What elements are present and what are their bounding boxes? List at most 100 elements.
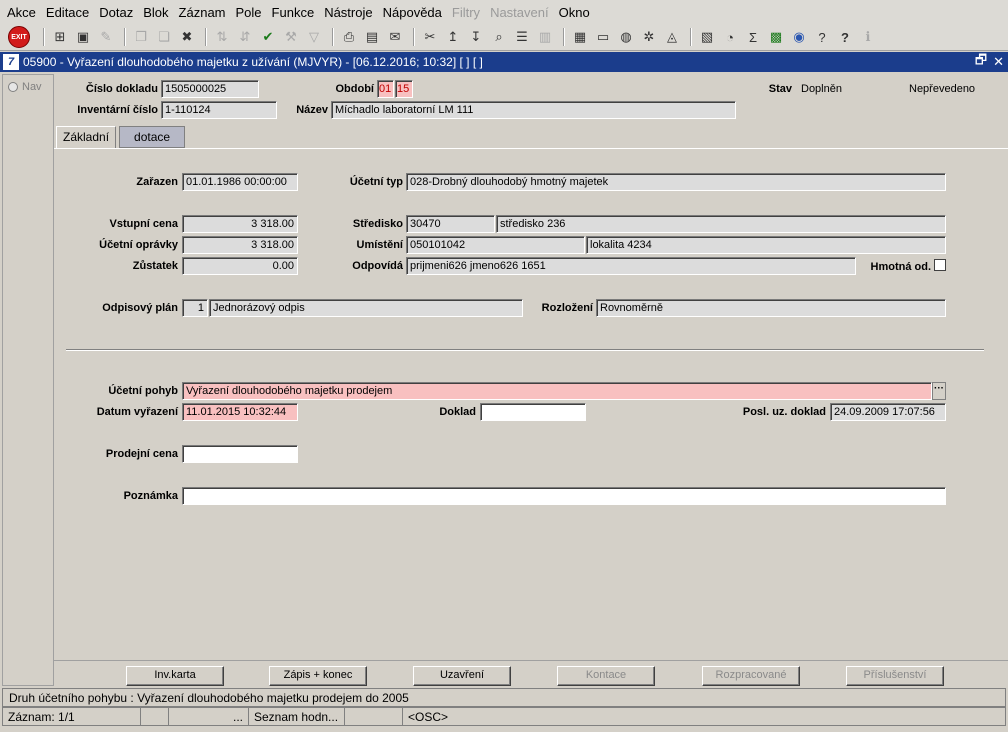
status-bar: Záznam: 1/1 ... Seznam hodn... <OSC> <box>2 707 1006 726</box>
copy-icon[interactable]: ❐ <box>131 27 151 47</box>
list-values-indicator: Seznam hodn... <box>249 708 345 725</box>
osc-indicator: <OSC> <box>408 710 449 724</box>
menu-blok[interactable]: Blok <box>138 5 173 20</box>
sigma-icon[interactable]: Σ <box>743 27 763 47</box>
doklad-label: Doklad <box>439 406 476 418</box>
settings-icon[interactable]: ✲ <box>639 27 659 47</box>
doklad-field[interactable] <box>480 403 586 421</box>
save-icon[interactable]: ▣ <box>73 27 93 47</box>
ucetni-pohyb-field[interactable]: Vyřazení dlouhodobého majetku prodejem <box>182 382 932 400</box>
cislo-dokladu-field[interactable]: 1505000025 <box>161 80 259 98</box>
clear-icon[interactable]: ✎ <box>96 27 116 47</box>
eye-icon[interactable]: ◬ <box>662 27 682 47</box>
wizard-icon[interactable]: ? <box>812 27 832 47</box>
posl-uz-doklad-field[interactable]: 24.09.2009 17:07:56 <box>830 403 946 421</box>
cut-icon[interactable]: ✂ <box>420 27 440 47</box>
nav-label: Nav <box>22 81 42 93</box>
globe-icon[interactable]: ◍ <box>616 27 636 47</box>
close-icon[interactable]: ✕ <box>993 54 1004 70</box>
list-icon[interactable]: ☰ <box>512 27 532 47</box>
attachment-icon[interactable]: ▭ <box>593 27 613 47</box>
menu-nastroje[interactable]: Nástroje <box>319 5 377 20</box>
paste-icon[interactable]: ❏ <box>154 27 174 47</box>
obdobi-year-field[interactable]: 15 <box>395 80 413 98</box>
radio-icon[interactable] <box>8 82 18 92</box>
excel-icon[interactable]: ▩ <box>766 27 786 47</box>
print-preview-icon[interactable]: ▤ <box>362 27 382 47</box>
inventarni-cislo-field[interactable]: 1-110124 <box>161 101 277 119</box>
hmotna-od-label: Hmotná od. <box>870 261 932 273</box>
menu-dotaz[interactable]: Dotaz <box>94 5 138 20</box>
info-icon[interactable]: ℹ <box>858 27 878 47</box>
search-icon[interactable]: ⌕ <box>489 27 509 47</box>
menu-editace[interactable]: Editace <box>41 5 94 20</box>
menu-zaznam[interactable]: Záznam <box>174 5 231 20</box>
tab-zakladni[interactable]: Základní <box>56 126 117 148</box>
menu-okno[interactable]: Okno <box>554 5 595 20</box>
vstupni-cena-field[interactable]: 3 318.00 <box>182 215 298 233</box>
mail-icon[interactable]: ✉ <box>385 27 405 47</box>
rozpracovane-button[interactable]: Rozpracované <box>702 666 800 686</box>
datum-vyrazeni-field[interactable]: 11.01.2015 10:32:44 <box>182 403 298 421</box>
rozlozeni-field[interactable]: Rovnoměrně <box>596 299 946 317</box>
help-icon[interactable]: ? <box>835 27 855 47</box>
umisteni-code-field[interactable]: 050101042 <box>406 236 585 254</box>
lov-button[interactable]: ··· <box>932 382 946 400</box>
ucetni-typ-label: Účetní typ <box>349 176 403 188</box>
tab-dotace[interactable]: dotace <box>119 126 186 148</box>
exit-icon[interactable]: EXIT <box>8 26 30 48</box>
tool-icon[interactable]: ⚒ <box>281 27 301 47</box>
umisteni-label: Umístění <box>356 239 403 251</box>
prislusenstvi-button[interactable]: Příslušenství <box>846 666 944 686</box>
status-cell-5 <box>345 708 403 725</box>
check-icon[interactable]: ✔ <box>258 27 278 47</box>
odpisovy-plan-code-field[interactable]: 1 <box>182 299 208 317</box>
filter-icon[interactable]: ▽ <box>304 27 324 47</box>
prodejni-cena-field[interactable] <box>182 445 298 463</box>
import-icon[interactable]: ↧ <box>466 27 486 47</box>
stredisko-code-field[interactable]: 30470 <box>406 215 495 233</box>
kontace-button[interactable]: Kontace <box>557 666 655 686</box>
odpisovy-plan-name-field[interactable]: Jednorázový odpis <box>209 299 523 317</box>
chart-icon[interactable]: ▧ <box>697 27 717 47</box>
app-icon: 7 <box>3 54 19 70</box>
sort-asc-icon[interactable]: ⇅ <box>212 27 232 47</box>
poznamka-field[interactable] <box>182 487 946 505</box>
menu-napoveda[interactable]: Nápověda <box>378 5 447 20</box>
poznamka-label: Poznámka <box>123 490 178 502</box>
delete-icon[interactable]: ✖ <box>177 27 197 47</box>
toolbar-separator <box>413 28 415 46</box>
zapis-konec-button[interactable]: Zápis + konec <box>269 666 367 686</box>
menu-akce[interactable]: Akce <box>2 5 41 20</box>
datum-vyrazeni-label: Datum vyřazení <box>96 406 178 418</box>
word-icon[interactable]: ◉ <box>789 27 809 47</box>
obdobi-month-field[interactable]: 01 <box>377 80 394 98</box>
ucetni-typ-field[interactable]: 028-Drobný dlouhodobý hmotný majetek <box>406 173 946 191</box>
columns-icon[interactable]: ▥ <box>535 27 555 47</box>
insert-record-icon[interactable]: ⊞ <box>50 27 70 47</box>
odpovida-field[interactable]: prijmeni626 jmeno626 1651 <box>406 257 856 275</box>
hmotna-od-checkbox[interactable] <box>934 259 946 271</box>
umisteni-name-field[interactable]: lokalita 4234 <box>586 236 946 254</box>
menu-nastaveni: Nastavení <box>490 4 549 20</box>
sort-desc-icon[interactable]: ⇵ <box>235 27 255 47</box>
toolbar-separator <box>124 28 126 46</box>
print-icon[interactable]: ⎙ <box>339 27 359 47</box>
toolbar-separator <box>43 28 45 46</box>
nazev-field[interactable]: Míchadlo laboratorní LM 111 <box>331 101 736 119</box>
calc-icon[interactable]: ◔ <box>720 27 740 47</box>
toolbar-separator <box>332 28 334 46</box>
zarazen-field[interactable]: 01.01.1986 00:00:00 <box>182 173 298 191</box>
menu-funkce[interactable]: Funkce <box>267 5 320 20</box>
inv-karta-button[interactable]: Inv.karta <box>126 666 224 686</box>
uzavreni-button[interactable]: Uzavření <box>413 666 511 686</box>
export-icon[interactable]: ↥ <box>443 27 463 47</box>
nav-option[interactable]: Nav <box>3 75 53 93</box>
ucetni-opravky-field[interactable]: 3 318.00 <box>182 236 298 254</box>
stredisko-name-field[interactable]: středisko 236 <box>496 215 946 233</box>
menu-pole[interactable]: Pole <box>231 5 267 20</box>
restore-icon[interactable]: 🗗 <box>975 51 987 73</box>
zustatek-field[interactable]: 0.00 <box>182 257 298 275</box>
document-icon[interactable]: ▦ <box>570 27 590 47</box>
toolbar-separator <box>205 28 207 46</box>
